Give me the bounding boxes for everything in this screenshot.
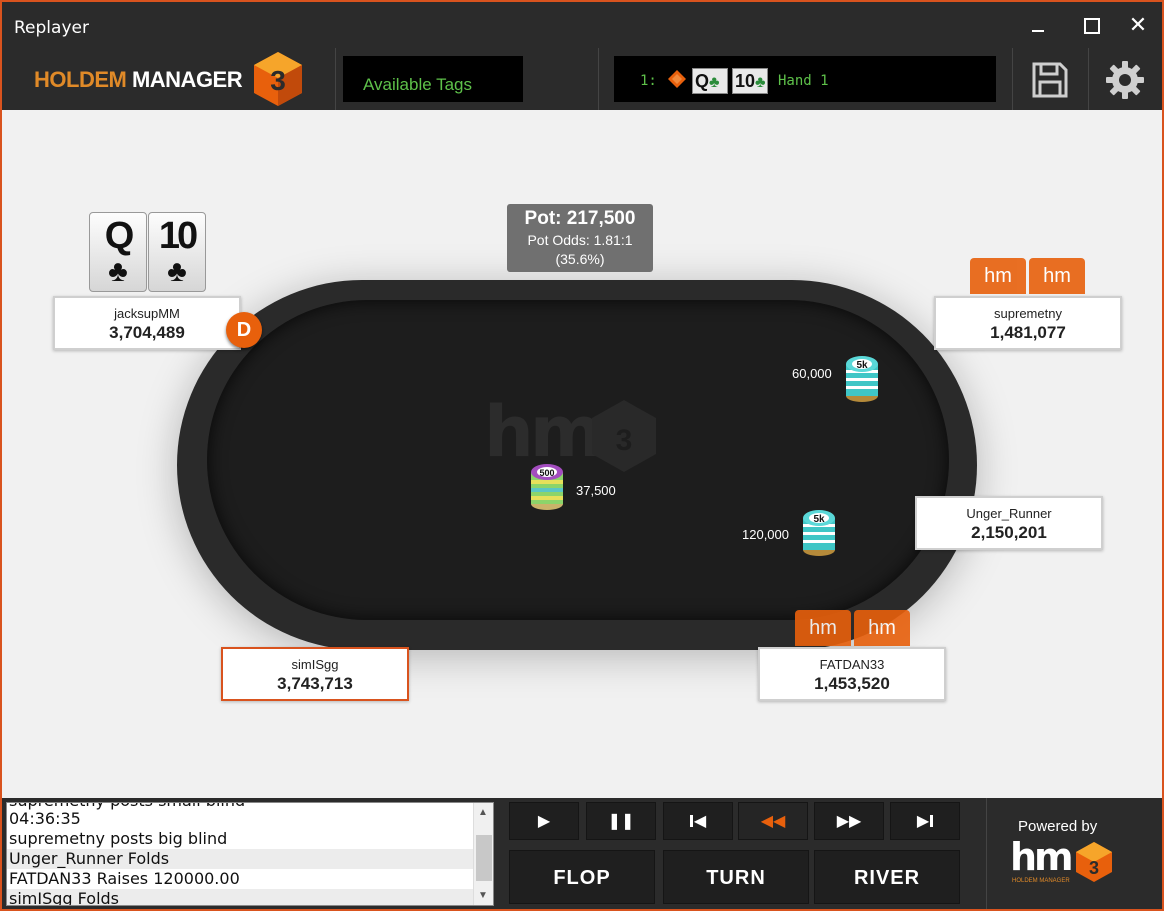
powered-by-label: Powered by (1018, 818, 1098, 835)
player-seat-supremetny[interactable]: supremetny 1,481,077 (934, 296, 1122, 350)
control-divider (986, 798, 987, 909)
hm3-powered-logo: hm 3 HOLDEM MANAGER (1010, 835, 1112, 884)
player-stack: 1,481,077 (990, 323, 1066, 342)
hm3-hex-icon: 3 (254, 52, 302, 106)
gear-icon[interactable] (1105, 60, 1145, 100)
player-name: FATDAN33 (819, 657, 885, 672)
toolbar-divider (1012, 48, 1013, 110)
maximize-button[interactable] (1070, 10, 1110, 44)
hand-card: 10♣ (732, 68, 768, 94)
svg-text:5k: 5k (813, 514, 825, 525)
toolbar-divider (335, 48, 336, 110)
hand-label: Hand 1 (778, 73, 829, 89)
player-name: simISgg (291, 657, 339, 672)
svg-text:HOLDEM MANAGER: HOLDEM MANAGER (1012, 878, 1070, 884)
title-bar: Replayer ✕ (2, 2, 1162, 52)
hidden-card-tag: hm (970, 258, 1026, 294)
player-seat-unger-runner[interactable]: Unger_Runner 2,150,201 (915, 496, 1103, 550)
svg-text:5k: 5k (856, 360, 868, 371)
chip-stack-icon: 5k (846, 356, 878, 402)
scroll-down-icon[interactable]: ▼ (478, 890, 488, 901)
log-line: Unger_Runner Folds (7, 849, 473, 869)
hole-card: Q ♣ (89, 212, 147, 292)
bet-amount: 37,500 (576, 483, 616, 498)
player-seat-fatdan33[interactable]: FATDAN33 1,453,520 (758, 647, 946, 701)
player-seat-jacksupmm[interactable]: jacksupMM 3,704,489 (53, 296, 241, 350)
available-tags-label: Available Tags (363, 75, 473, 94)
step-back-icon: ◀ (693, 813, 707, 830)
scrollbar-thumb[interactable] (476, 835, 492, 881)
pot-odds: Pot Odds: 1.81:1 (527, 232, 633, 248)
toolbar-divider (598, 48, 599, 110)
log-line: 04:36:35 (9, 809, 81, 828)
play-button[interactable]: ▶ (509, 802, 579, 840)
hidden-card-tag: hm (854, 610, 910, 646)
toolbar: HOLDEM MANAGER 3 Available Tags 1: Q♣ 10 (2, 48, 1162, 110)
player-stack: 3,704,489 (109, 323, 185, 342)
minimize-button[interactable] (1018, 10, 1058, 44)
svg-text:hm: hm (1010, 835, 1071, 879)
hm3-table-logo: hm 3 (484, 391, 656, 473)
log-line: supremetny posts big blind (9, 829, 228, 848)
step-forward-icon: ▶ (916, 813, 930, 830)
player-stack: 1,453,520 (814, 674, 890, 693)
dealer-diamond-icon (668, 70, 686, 88)
dealer-button: D (226, 312, 262, 348)
hand-card: Q♣ (692, 68, 728, 94)
pot-amount: Pot: 217,500 (524, 208, 636, 229)
window-title: Replayer (14, 18, 89, 38)
hole-card: 10 ♣ (148, 212, 206, 292)
first-action-button[interactable]: ◀ (663, 802, 733, 840)
player-stack: 2,150,201 (971, 523, 1047, 542)
chip-stack-icon: 500 (531, 464, 563, 510)
bet-amount: 60,000 (792, 366, 832, 381)
rewind-button[interactable]: ◀◀ (738, 802, 808, 840)
scroll-up-icon[interactable]: ▲ (478, 807, 488, 818)
save-icon[interactable] (1030, 60, 1070, 100)
control-bar: supremetny posts small blind 04:36:35 su… (2, 798, 1162, 909)
hand-number: 1: (640, 73, 657, 89)
log-line: FATDAN33 Raises 120000.00 (9, 869, 240, 888)
flop-button[interactable]: FLOP (509, 850, 655, 904)
player-seat-simisgg[interactable]: simISgg 3,743,713 (221, 647, 409, 701)
river-button[interactable]: RIVER (814, 850, 960, 904)
replayer-window: Replayer ✕ HOLDEM MANAGER 3 Available Ta… (0, 0, 1164, 911)
svg-text:3: 3 (616, 424, 633, 457)
holdem-manager-logo: HOLDEM MANAGER 3 (32, 50, 322, 106)
player-stack: 3,743,713 (277, 674, 353, 693)
player-name: Unger_Runner (966, 506, 1052, 521)
turn-button[interactable]: TURN (663, 850, 809, 904)
svg-text:3: 3 (270, 65, 286, 96)
pot-info: Pot: 217,500 Pot Odds: 1.81:1 (35.6%) (507, 204, 653, 272)
player-name: jacksupMM (114, 306, 180, 321)
available-tags-box[interactable]: Available Tags (343, 56, 523, 102)
pause-button[interactable]: ❚❚ (586, 802, 656, 840)
chip-stack-icon: 5k (803, 510, 835, 556)
log-line: simISgg Folds (7, 889, 473, 905)
fast-forward-button[interactable]: ▶▶ (814, 802, 884, 840)
toolbar-divider (1088, 48, 1089, 110)
svg-text:500: 500 (539, 468, 554, 478)
hidden-card-tag: hm (795, 610, 851, 646)
close-button[interactable]: ✕ (1118, 10, 1158, 44)
bet-amount: 120,000 (742, 527, 789, 542)
last-action-button[interactable]: ▶ (890, 802, 960, 840)
svg-text:3: 3 (1089, 858, 1099, 878)
hidden-card-tag: hm (1029, 258, 1085, 294)
hand-selector[interactable]: 1: Q♣ 10♣ Hand 1 (614, 56, 996, 102)
player-name: supremetny (994, 306, 1062, 321)
log-scrollbar[interactable]: ▲ ▼ (473, 803, 493, 905)
hand-history-log[interactable]: supremetny posts small blind 04:36:35 su… (6, 802, 494, 906)
table-area: hm 3 Pot: 217,500 Pot Odds: 1.81:1 (35.6… (2, 110, 1162, 798)
pot-percentage: (35.6%) (555, 251, 605, 267)
